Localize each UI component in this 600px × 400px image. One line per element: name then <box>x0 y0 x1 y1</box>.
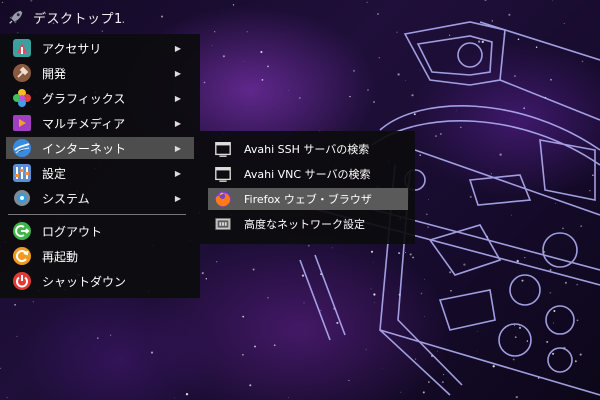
menu-item-system[interactable]: システム ▶ <box>6 187 194 209</box>
submenu-item-label: Firefox ウェブ・ブラウザ <box>244 193 372 206</box>
submenu-item-label: 高度なネットワーク設定 <box>244 218 365 231</box>
submenu-item-network-settings[interactable]: 高度なネットワーク設定 <box>208 213 408 235</box>
submenu-item-firefox[interactable]: Firefox ウェブ・ブラウザ <box>208 188 408 210</box>
menu-separator <box>8 214 186 215</box>
system-icon <box>14 190 30 206</box>
network-terminal-icon <box>215 167 231 182</box>
submenu-arrow-icon: ▶ <box>174 68 181 78</box>
internet-icon <box>13 139 31 157</box>
settings-icon <box>13 164 31 182</box>
main-menu: アクセサリ ▶ 開発 ▶ グラフィックス ▶ マルチメディア ▶ インターネット… <box>0 34 200 298</box>
desktop-title-bar: デスクトップ1 <box>0 0 600 34</box>
development-icon <box>13 64 31 82</box>
accessories-icon <box>13 39 31 57</box>
submenu-arrow-icon: ▶ <box>174 168 181 178</box>
submenu-arrow-icon: ▶ <box>174 193 181 203</box>
desktop-title: デスクトップ1 <box>33 11 123 27</box>
menu-item-label: シャットダウン <box>42 274 127 289</box>
submenu-arrow-icon: ▶ <box>174 93 181 103</box>
menu-item-settings[interactable]: 設定 ▶ <box>6 162 194 184</box>
submenu-item-label: Avahi SSH サーバの検索 <box>244 143 370 156</box>
firefox-icon <box>215 191 231 207</box>
menu-item-shutdown[interactable]: シャットダウン <box>6 270 194 292</box>
internet-submenu: Avahi SSH サーバの検索 Avahi VNC サーバの検索 Firefo… <box>200 131 415 244</box>
menu-item-label: 再起動 <box>42 249 79 264</box>
menu-item-multimedia[interactable]: マルチメディア ▶ <box>6 112 194 134</box>
submenu-item-label: Avahi VNC サーバの検索 <box>244 168 371 181</box>
network-terminal-icon <box>215 142 231 157</box>
multimedia-icon <box>13 115 31 131</box>
menu-item-development[interactable]: 開発 ▶ <box>6 62 194 84</box>
menu-item-logout[interactable]: ログアウト <box>6 220 194 242</box>
restart-icon <box>13 247 31 265</box>
submenu-arrow-icon: ▶ <box>174 43 181 53</box>
logout-icon <box>13 222 31 240</box>
rocket-icon[interactable] <box>7 8 25 26</box>
menu-item-internet[interactable]: インターネット ▶ <box>6 137 194 159</box>
network-settings-icon <box>215 218 231 230</box>
menu-item-label: システム <box>42 191 90 206</box>
graphics-icon <box>13 89 31 107</box>
menu-item-accessories[interactable]: アクセサリ ▶ <box>6 37 194 59</box>
menu-item-label: 設定 <box>42 166 67 181</box>
submenu-arrow-icon: ▶ <box>174 118 181 128</box>
menu-item-label: アクセサリ <box>42 41 102 56</box>
shutdown-icon <box>13 272 31 290</box>
menu-item-restart[interactable]: 再起動 <box>6 245 194 267</box>
menu-item-label: ログアウト <box>42 224 103 239</box>
menu-item-label: インターネット <box>42 141 127 156</box>
submenu-item-avahi-vnc[interactable]: Avahi VNC サーバの検索 <box>208 163 408 185</box>
menu-item-label: マルチメディア <box>42 116 126 131</box>
menu-item-label: グラフィックス <box>42 91 126 106</box>
menu-item-label: 開発 <box>42 66 67 81</box>
menu-item-graphics[interactable]: グラフィックス ▶ <box>6 87 194 109</box>
submenu-item-avahi-ssh[interactable]: Avahi SSH サーバの検索 <box>208 138 408 160</box>
submenu-arrow-icon: ▶ <box>174 143 181 153</box>
